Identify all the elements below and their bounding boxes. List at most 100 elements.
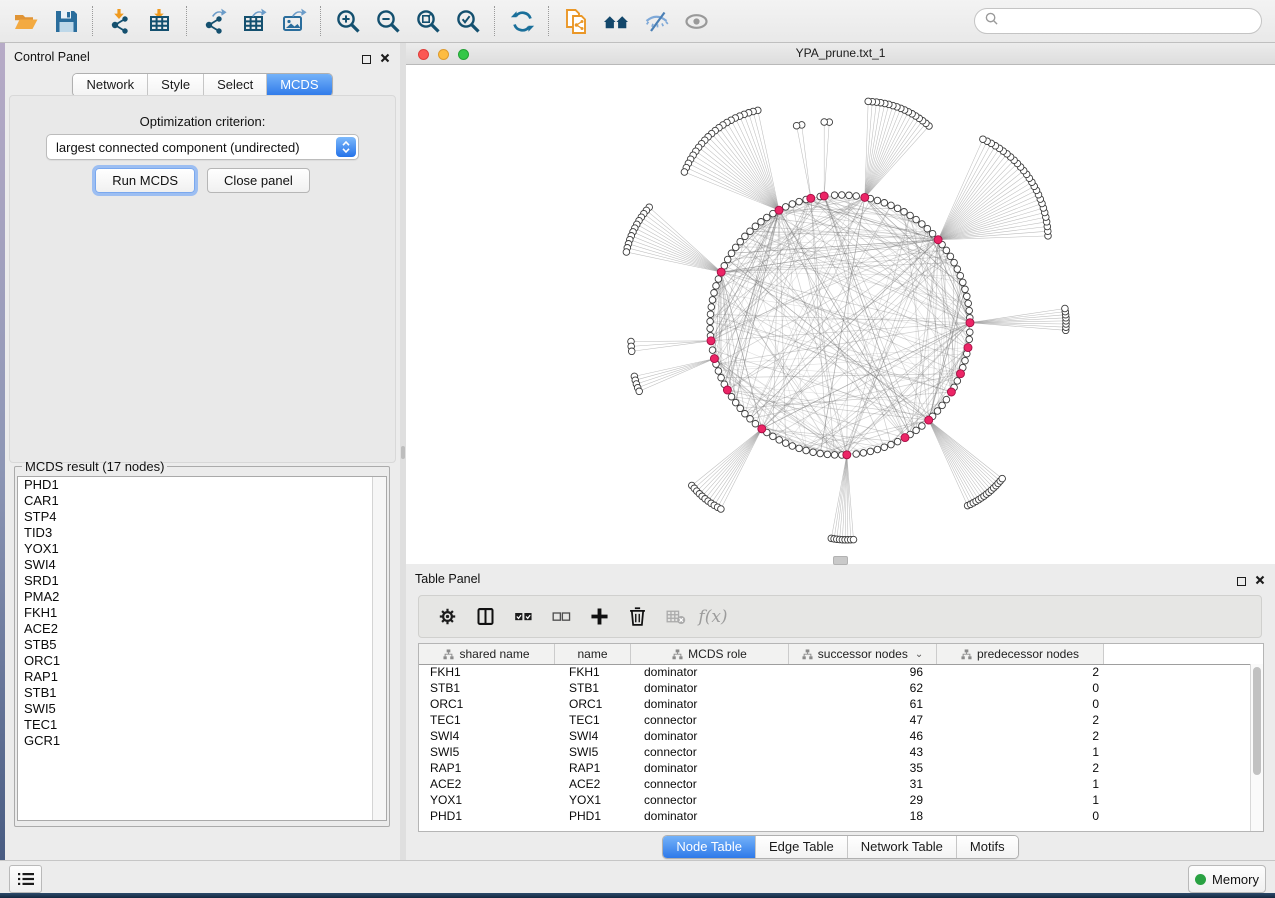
function-builder-button[interactable]: f(x)	[694, 599, 732, 635]
run-mcds-button[interactable]: Run MCDS	[95, 168, 195, 193]
control-panel-float-icon[interactable]	[362, 55, 371, 64]
list-item[interactable]: TID3	[18, 525, 386, 541]
delete-table-icon	[665, 606, 686, 627]
table-cell: connector	[631, 745, 789, 759]
list-item[interactable]: CAR1	[18, 493, 386, 509]
show-columns-button[interactable]	[466, 599, 504, 635]
table-cell: dominator	[631, 761, 789, 775]
delete-table-button[interactable]	[656, 599, 694, 635]
mcds-result-scrollbar[interactable]	[372, 477, 386, 820]
table-row[interactable]: SWI4SWI4dominator462	[419, 728, 1251, 744]
tab-network-table[interactable]: Network Table	[847, 836, 956, 858]
import-table-button[interactable]	[140, 3, 180, 39]
table-panel-float-icon[interactable]	[1237, 577, 1246, 586]
table-cell: dominator	[631, 697, 789, 711]
table-row[interactable]: YOX1YOX1connector291	[419, 792, 1251, 808]
table-panel-close-icon[interactable]	[1255, 572, 1265, 590]
tab-mcds[interactable]: MCDS	[266, 74, 331, 96]
network-window-titlebar[interactable]: YPA_prune.txt_1	[406, 43, 1275, 65]
list-item[interactable]: GCR1	[18, 733, 386, 749]
list-item[interactable]: STB5	[18, 637, 386, 653]
export-table-button[interactable]	[234, 3, 274, 39]
table-row[interactable]: SWI5SWI5connector431	[419, 744, 1251, 760]
mcds-result-fieldset: MCDS result (17 nodes) PHD1CAR1STP4TID3Y…	[14, 459, 390, 827]
close-panel-button[interactable]: Close panel	[207, 168, 310, 193]
column-header-name[interactable]: name	[555, 644, 631, 664]
vertical-splitter[interactable]	[400, 43, 406, 860]
table-row[interactable]: RAP1RAP1dominator352	[419, 760, 1251, 776]
mcds-result-list[interactable]: PHD1CAR1STP4TID3YOX1SWI4SRD1PMA2FKH1ACE2…	[17, 476, 387, 821]
table-row[interactable]: ACE2ACE2connector311	[419, 776, 1251, 792]
table-row[interactable]: TEC1TEC1connector472	[419, 712, 1251, 728]
table-row[interactable]: PHD1PHD1dominator180	[419, 808, 1251, 824]
zoom-out-button[interactable]	[368, 3, 408, 39]
list-item[interactable]: STB1	[18, 685, 386, 701]
table-scrollbar[interactable]	[1250, 664, 1263, 831]
horizontal-splitter[interactable]	[406, 554, 1275, 565]
import-network-button[interactable]	[100, 3, 140, 39]
splitter-grip-icon	[833, 556, 848, 565]
control-panel-close-icon[interactable]	[380, 50, 390, 68]
zoom-fit-button[interactable]	[408, 3, 448, 39]
table-header-row: shared namename MCDS role successor nodes⌄…	[419, 644, 1263, 665]
select-all-button[interactable]	[504, 599, 542, 635]
column-label: predecessor nodes	[977, 647, 1079, 661]
refresh-network-button[interactable]	[502, 3, 542, 39]
column-header-successor-nodes[interactable]: successor nodes⌄	[789, 644, 937, 664]
tab-style[interactable]: Style	[147, 74, 203, 96]
save-session-button[interactable]	[46, 3, 86, 39]
tab-motifs[interactable]: Motifs	[956, 836, 1018, 858]
delete-rows-button[interactable]	[618, 599, 656, 635]
search-input[interactable]	[1004, 13, 1251, 29]
tab-node-table[interactable]: Node Table	[663, 836, 755, 858]
column-header-mcds-role[interactable]: MCDS role	[631, 644, 789, 664]
list-item[interactable]: STP4	[18, 509, 386, 525]
table-row[interactable]: FKH1FKH1dominator962	[419, 664, 1251, 680]
open-file-button[interactable]	[6, 3, 46, 39]
sort-chevron-icon[interactable]: ⌄	[915, 649, 923, 660]
status-bar: Memory	[0, 860, 1275, 894]
import-table-icon	[147, 8, 174, 35]
list-item[interactable]: ACE2	[18, 621, 386, 637]
tab-select[interactable]: Select	[203, 74, 266, 96]
table-row[interactable]: STB1STB1dominator620	[419, 680, 1251, 696]
tab-network[interactable]: Network	[73, 74, 147, 96]
export-network-button[interactable]	[194, 3, 234, 39]
list-item[interactable]: ORC1	[18, 653, 386, 669]
show-all-button[interactable]	[676, 3, 716, 39]
copy-network-button[interactable]	[556, 3, 596, 39]
list-item[interactable]: TEC1	[18, 717, 386, 733]
zoom-selected-button[interactable]	[448, 3, 488, 39]
list-item[interactable]: PMA2	[18, 589, 386, 605]
control-panel-title: Control Panel	[14, 50, 90, 64]
column-header-shared-name[interactable]: shared name	[419, 644, 555, 664]
list-item[interactable]: SWI4	[18, 557, 386, 573]
deselect-all-button[interactable]	[542, 599, 580, 635]
table-row[interactable]: ORC1ORC1dominator610	[419, 696, 1251, 712]
task-history-button[interactable]	[9, 865, 42, 893]
list-item[interactable]: SRD1	[18, 573, 386, 589]
memory-button[interactable]: Memory	[1188, 865, 1266, 893]
tab-edge-table[interactable]: Edge Table	[755, 836, 847, 858]
list-item[interactable]: RAP1	[18, 669, 386, 685]
hide-selected-button[interactable]	[636, 3, 676, 39]
memory-status-icon	[1195, 874, 1206, 885]
first-neighbors-button[interactable]	[596, 3, 636, 39]
zoom-in-button[interactable]	[328, 3, 368, 39]
table-cell: PHD1	[419, 809, 555, 823]
list-item[interactable]: SWI5	[18, 701, 386, 717]
list-item[interactable]: PHD1	[18, 477, 386, 493]
search-box[interactable]	[974, 8, 1262, 34]
table-cell: 2	[937, 761, 1104, 775]
network-graph[interactable]	[406, 65, 1275, 564]
network-canvas[interactable]	[406, 65, 1275, 564]
column-label: MCDS role	[688, 647, 747, 661]
export-image-button[interactable]	[274, 3, 314, 39]
table-settings-button[interactable]	[428, 599, 466, 635]
optimization-criterion-select[interactable]: largest connected component (undirected)	[46, 134, 359, 160]
list-item[interactable]: FKH1	[18, 605, 386, 621]
scrollbar-thumb[interactable]	[1253, 667, 1261, 775]
add-row-button[interactable]	[580, 599, 618, 635]
column-header-predecessor-nodes[interactable]: predecessor nodes	[937, 644, 1104, 664]
list-item[interactable]: YOX1	[18, 541, 386, 557]
